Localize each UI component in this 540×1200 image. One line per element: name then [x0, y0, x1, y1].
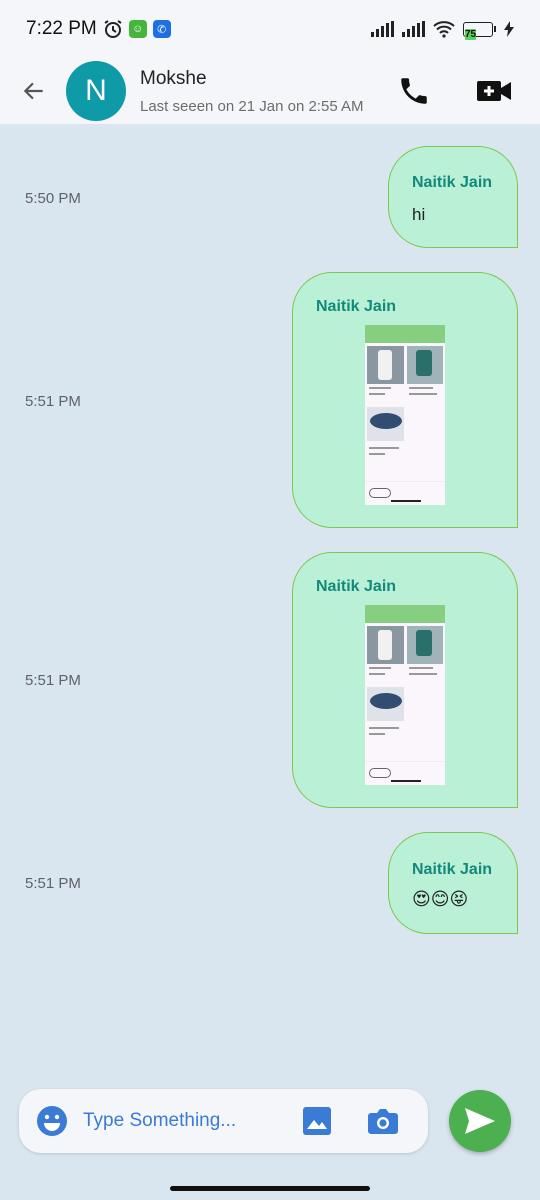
contact-name: Mokshe [140, 67, 207, 89]
message-bubble[interactable]: Naitik Jain 😍😊😝 [388, 832, 518, 934]
voice-call-button[interactable] [394, 66, 434, 116]
message-bubble[interactable]: Naitik Jain hi [388, 146, 518, 248]
last-seen: Last seeen on 21 Jan on 2:55 AM [140, 97, 364, 115]
status-time: 7:22 PM [26, 18, 97, 39]
signal-icon-2 [402, 21, 425, 37]
alarm-icon [104, 20, 122, 38]
image-attachment[interactable] [365, 325, 445, 505]
message-text: hi [412, 205, 426, 224]
message-time: 5:51 PM [25, 875, 81, 892]
image-attachment[interactable] [365, 605, 445, 785]
message-emoji-text: 😍😊😝 [412, 889, 469, 909]
message-sender: Naitik Jain [412, 174, 493, 191]
message-time: 5:51 PM [25, 672, 81, 689]
home-indicator[interactable] [170, 1186, 370, 1191]
arrow-left-icon [23, 82, 43, 100]
send-icon [465, 1108, 495, 1134]
emoji-icon[interactable] [35, 1104, 69, 1138]
signal-icon [371, 21, 394, 37]
back-button[interactable] [0, 58, 68, 124]
gesture-bar [0, 1160, 540, 1200]
message-sender: Naitik Jain [316, 298, 397, 315]
avatar[interactable]: N [66, 61, 126, 121]
message-composer [19, 1089, 428, 1153]
message-list[interactable]: 5:50 PM Naitik Jain hi 5:51 PM Naitik Ja… [0, 124, 540, 1084]
message-time: 5:51 PM [25, 393, 81, 410]
android-app-icon: ☺ [128, 20, 147, 38]
charging-icon [504, 21, 514, 37]
phone-app-icon: ✆ [152, 20, 171, 38]
phone-icon [401, 78, 427, 104]
video-camera-add-icon [477, 81, 511, 101]
camera-icon[interactable] [368, 1107, 398, 1135]
contact-info[interactable]: Mokshe Last seeen on 21 Jan on 2:55 AM [140, 68, 364, 115]
image-icon[interactable] [303, 1107, 331, 1135]
message-bubble[interactable]: Naitik Jain [292, 552, 518, 808]
message-time: 5:50 PM [25, 190, 81, 207]
video-call-button[interactable] [472, 66, 516, 116]
status-bar: 7:22 PM ☺ ✆ 75 [0, 0, 540, 58]
message-sender: Naitik Jain [316, 578, 397, 595]
wifi-icon [433, 21, 455, 38]
message-bubble[interactable]: Naitik Jain [292, 272, 518, 528]
message-input[interactable] [83, 1103, 293, 1139]
battery-level: 75 [465, 28, 477, 40]
battery-icon: 75 [463, 21, 496, 40]
chat-header: N Mokshe Last seeen on 21 Jan on 2:55 AM [0, 58, 540, 124]
message-sender: Naitik Jain [412, 861, 493, 878]
send-button[interactable] [449, 1090, 511, 1152]
